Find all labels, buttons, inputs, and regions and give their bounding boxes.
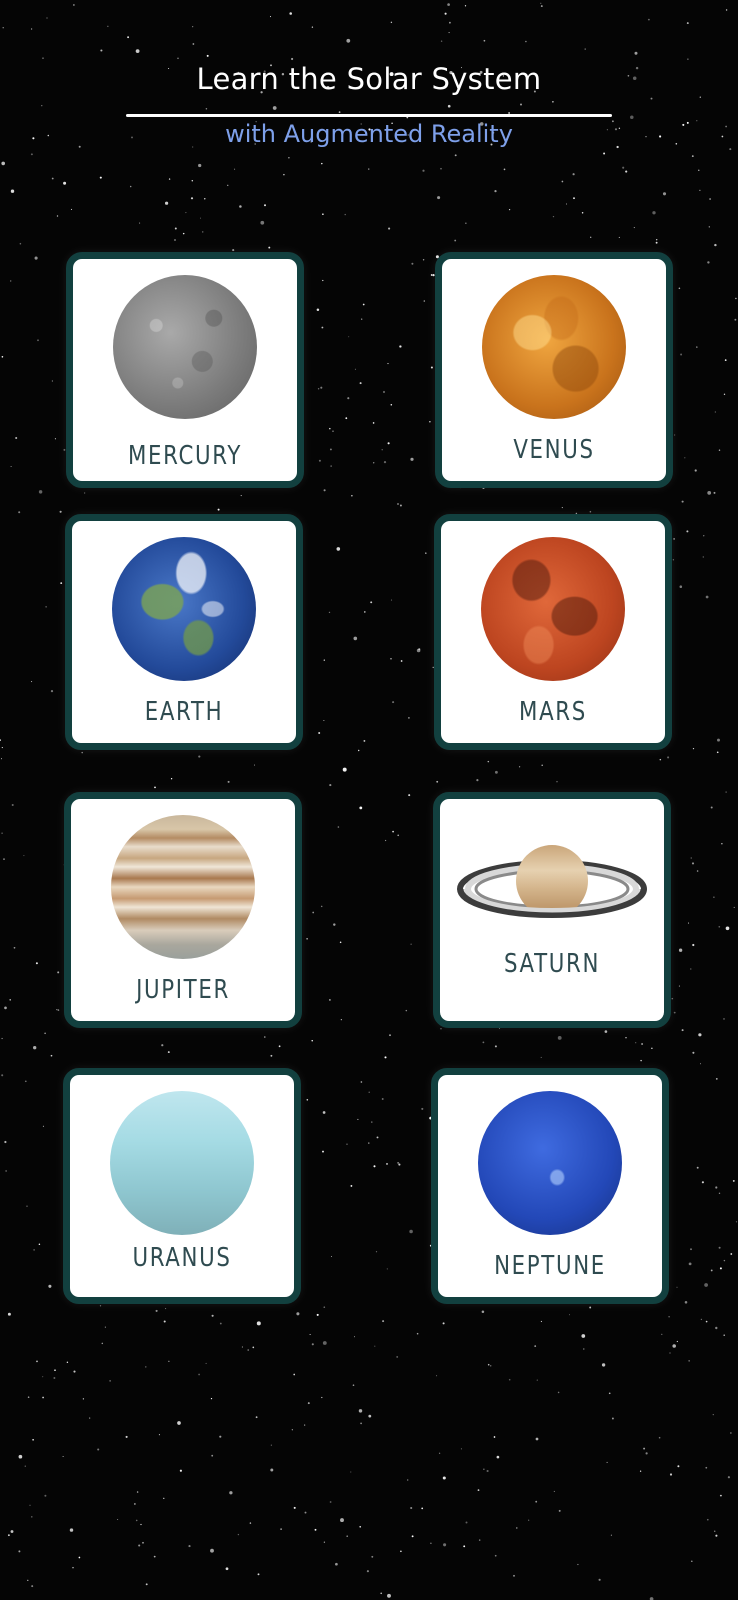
planet-card-venus[interactable]: VENUS: [435, 252, 673, 488]
planet-label-mars: MARS: [519, 697, 587, 727]
planet-label-mercury: MERCURY: [127, 441, 243, 471]
planet-label-venus: VENUS: [513, 435, 595, 465]
planet-card-saturn[interactable]: SATURN: [433, 792, 671, 1028]
planet-card-neptune[interactable]: NEPTUNE: [431, 1068, 669, 1304]
planet-label-neptune: NEPTUNE: [494, 1251, 606, 1281]
neptune-planet-icon: [478, 1091, 622, 1235]
planet-label-jupiter: JUPITER: [136, 975, 230, 1005]
planet-card-mercury[interactable]: MERCURY: [66, 252, 304, 488]
venus-planet-icon: [482, 275, 626, 419]
mercury-planet-icon: [113, 275, 257, 419]
planet-card-uranus[interactable]: URANUS: [63, 1068, 301, 1304]
planet-grid: MERCURY VENUS EARTH MARS JUPITER SATURN …: [0, 0, 738, 1600]
earth-planet-icon: [112, 537, 256, 681]
uranus-planet-icon: [110, 1091, 254, 1235]
planet-label-saturn: SATURN: [503, 949, 601, 979]
planet-card-earth[interactable]: EARTH: [65, 514, 303, 750]
planet-label-uranus: URANUS: [132, 1243, 232, 1273]
planet-card-mars[interactable]: MARS: [434, 514, 672, 750]
jupiter-planet-icon: [111, 815, 255, 959]
planet-label-earth: EARTH: [144, 697, 224, 727]
saturn-planet-icon: [457, 845, 647, 918]
mars-planet-icon: [481, 537, 625, 681]
planet-card-jupiter[interactable]: JUPITER: [64, 792, 302, 1028]
